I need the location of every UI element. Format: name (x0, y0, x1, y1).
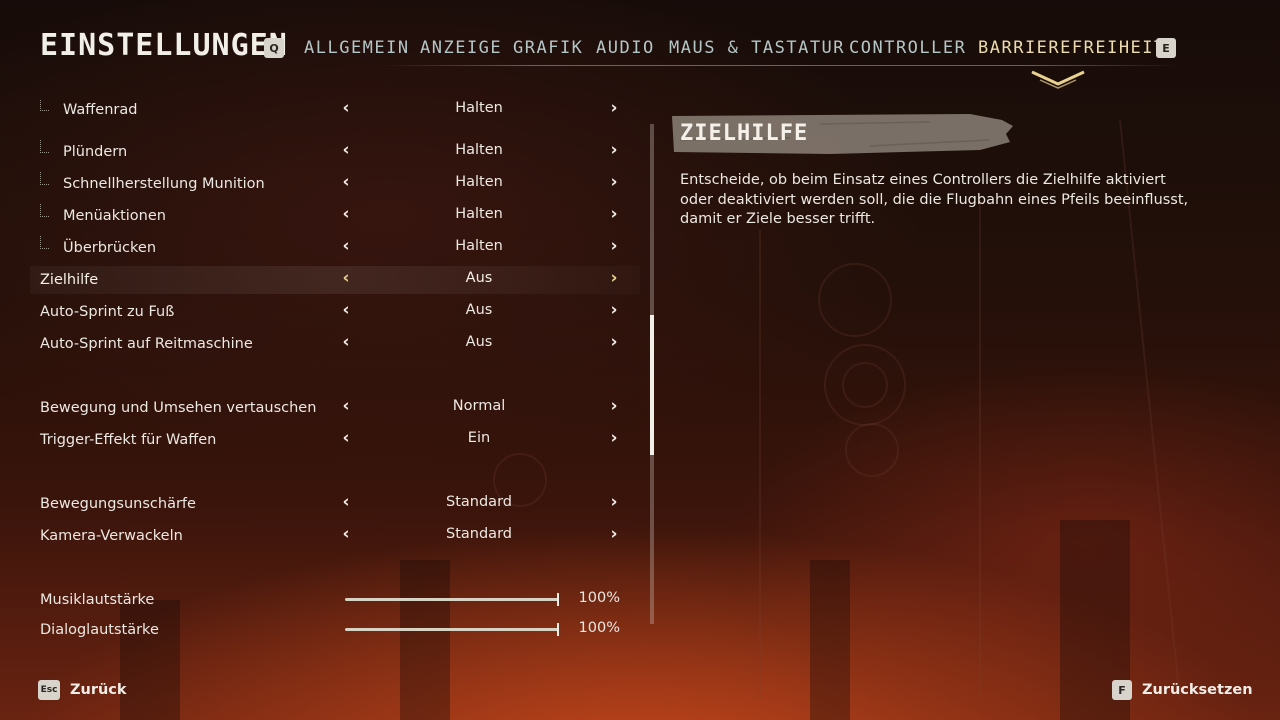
setting-label: Trigger-Effekt für Waffen (40, 432, 217, 448)
chevron-left-icon[interactable]: ‹ (338, 268, 354, 288)
slider-value: 100% (578, 590, 620, 606)
volume-slider[interactable] (345, 628, 559, 631)
setting-label: Plündern (63, 144, 128, 160)
setting-label: Auto-Sprint zu Fuß (40, 304, 175, 320)
chevron-left-icon[interactable]: ‹ (338, 172, 354, 192)
setting-value: Aus (465, 302, 493, 318)
setting-row-bewegung-umsehen[interactable]: Bewegung und Umsehen vertauschen ‹ Norma… (0, 394, 640, 426)
setting-label: Überbrücken (63, 240, 157, 256)
slider-handle[interactable] (557, 623, 559, 636)
setting-label: Musiklautstärke (40, 592, 155, 608)
setting-label: Dialoglautstärke (40, 622, 159, 637)
setting-label: Bewegung und Umsehen vertauschen (40, 400, 317, 416)
setting-label: Auto-Sprint auf Reitmaschine (40, 336, 253, 352)
tree-connector (40, 204, 49, 217)
setting-row-auto-sprint-reitmaschine[interactable]: Auto-Sprint auf Reitmaschine ‹ Aus › (0, 330, 640, 362)
volume-slider[interactable] (345, 598, 559, 601)
settings-list: Waffenrad ‹ Halten › Plündern ‹ Halten ›… (0, 100, 640, 637)
f-key-icon: F (1112, 680, 1132, 700)
setting-value: Standard (446, 526, 512, 542)
chevron-right-icon[interactable]: › (606, 492, 622, 512)
chevron-right-icon[interactable]: › (606, 268, 622, 288)
setting-row-musiklautstaerke[interactable]: Musiklautstärke 100% (0, 586, 640, 618)
chevron-down-icon (1031, 70, 1085, 89)
setting-value: Ein (467, 430, 491, 446)
tree-connector (40, 172, 49, 185)
page-title: EINSTELLUNGEN (40, 28, 288, 63)
reset-label: Zurücksetzen (1142, 682, 1253, 698)
chevron-left-icon[interactable]: ‹ (338, 332, 354, 352)
setting-value: Normal (452, 398, 506, 414)
setting-row-ueberbruecken[interactable]: Überbrücken ‹ Halten › (0, 234, 640, 266)
setting-label: Zielhilfe (40, 272, 99, 288)
setting-value: Aus (465, 334, 493, 350)
setting-label: Menüaktionen (63, 208, 166, 224)
setting-label: Schnellherstellung Munition (63, 176, 265, 192)
chevron-left-icon[interactable]: ‹ (338, 100, 354, 118)
chevron-right-icon[interactable]: › (606, 172, 622, 192)
chevron-right-icon[interactable]: › (606, 332, 622, 352)
chevron-left-icon[interactable]: ‹ (338, 140, 354, 160)
setting-row-schnellherstellung[interactable]: Schnellherstellung Munition ‹ Halten › (0, 170, 640, 202)
info-title: ZIELHILFE (680, 121, 809, 146)
setting-value: Standard (446, 494, 512, 510)
chevron-right-icon[interactable]: › (606, 396, 622, 416)
reset-button[interactable]: F Zurücksetzen (1112, 679, 1253, 701)
tab-maus-tastatur[interactable]: MAUS & TASTATUR (669, 38, 845, 58)
setting-value: Halten (455, 174, 503, 190)
chevron-left-icon[interactable]: ‹ (338, 492, 354, 512)
chevron-left-icon[interactable]: ‹ (338, 204, 354, 224)
tab-controller[interactable]: CONTROLLER (849, 38, 966, 58)
next-tab-key[interactable]: E (1156, 38, 1176, 58)
chevron-right-icon[interactable]: › (606, 300, 622, 320)
chevron-right-icon[interactable]: › (606, 204, 622, 224)
chevron-left-icon[interactable]: ‹ (338, 524, 354, 544)
tree-connector (40, 100, 49, 111)
setting-row-dialoglautstaerke[interactable]: Dialoglautstärke 100% (0, 616, 640, 637)
setting-row-kamera-verwackeln[interactable]: Kamera-Verwackeln ‹ Standard › (0, 522, 640, 554)
tab-underline (380, 65, 1180, 66)
setting-row-trigger-effekt[interactable]: Trigger-Effekt für Waffen ‹ Ein › (0, 426, 640, 458)
tab-grafik[interactable]: GRAFIK (513, 38, 583, 58)
prev-tab-key[interactable]: Q (264, 38, 284, 58)
chevron-right-icon[interactable]: › (606, 140, 622, 160)
chevron-right-icon[interactable]: › (606, 100, 622, 118)
chevron-left-icon[interactable]: ‹ (338, 428, 354, 448)
setting-value: Halten (455, 206, 503, 222)
scrollbar-thumb[interactable] (650, 314, 654, 455)
setting-label: Bewegungsunschärfe (40, 496, 196, 512)
tab-anzeige[interactable]: ANZEIGE (420, 38, 502, 58)
chevron-right-icon[interactable]: › (606, 236, 622, 256)
back-button[interactable]: Esc Zurück (38, 679, 127, 701)
setting-value: Aus (465, 270, 493, 286)
back-label: Zurück (70, 682, 127, 698)
slider-handle[interactable] (557, 593, 559, 606)
tree-connector (40, 236, 49, 249)
chevron-right-icon[interactable]: › (606, 428, 622, 448)
chevron-right-icon[interactable]: › (606, 524, 622, 544)
info-description: Entscheide, ob beim Einsatz eines Contro… (680, 172, 1189, 227)
setting-value: Halten (455, 100, 503, 116)
setting-row-menueaktionen[interactable]: Menüaktionen ‹ Halten › (0, 202, 640, 234)
setting-row-pluendern[interactable]: Plündern ‹ Halten › (0, 138, 640, 170)
setting-row-zielhilfe[interactable]: Zielhilfe ‹ Aus › (0, 266, 640, 298)
chevron-left-icon[interactable]: ‹ (338, 300, 354, 320)
chevron-left-icon[interactable]: ‹ (338, 236, 354, 256)
slider-value: 100% (578, 620, 620, 636)
tab-audio[interactable]: AUDIO (596, 38, 655, 58)
setting-row-bewegungsunschaerfe[interactable]: Bewegungsunschärfe ‹ Standard › (0, 490, 640, 522)
setting-value: Halten (455, 142, 503, 158)
setting-value: Halten (455, 238, 503, 254)
setting-label: Kamera-Verwackeln (40, 528, 183, 544)
tab-allgemein[interactable]: ALLGEMEIN (304, 38, 410, 58)
setting-row[interactable]: Waffenrad ‹ Halten › (0, 100, 640, 128)
chevron-left-icon[interactable]: ‹ (338, 396, 354, 416)
setting-row-auto-sprint-fuss[interactable]: Auto-Sprint zu Fuß ‹ Aus › (0, 298, 640, 330)
esc-key-icon: Esc (38, 680, 60, 700)
tab-barrierefreiheit[interactable]: BARRIEREFREIHEIT (978, 38, 1166, 58)
setting-label: Waffenrad (63, 102, 138, 118)
tree-connector (40, 140, 49, 153)
